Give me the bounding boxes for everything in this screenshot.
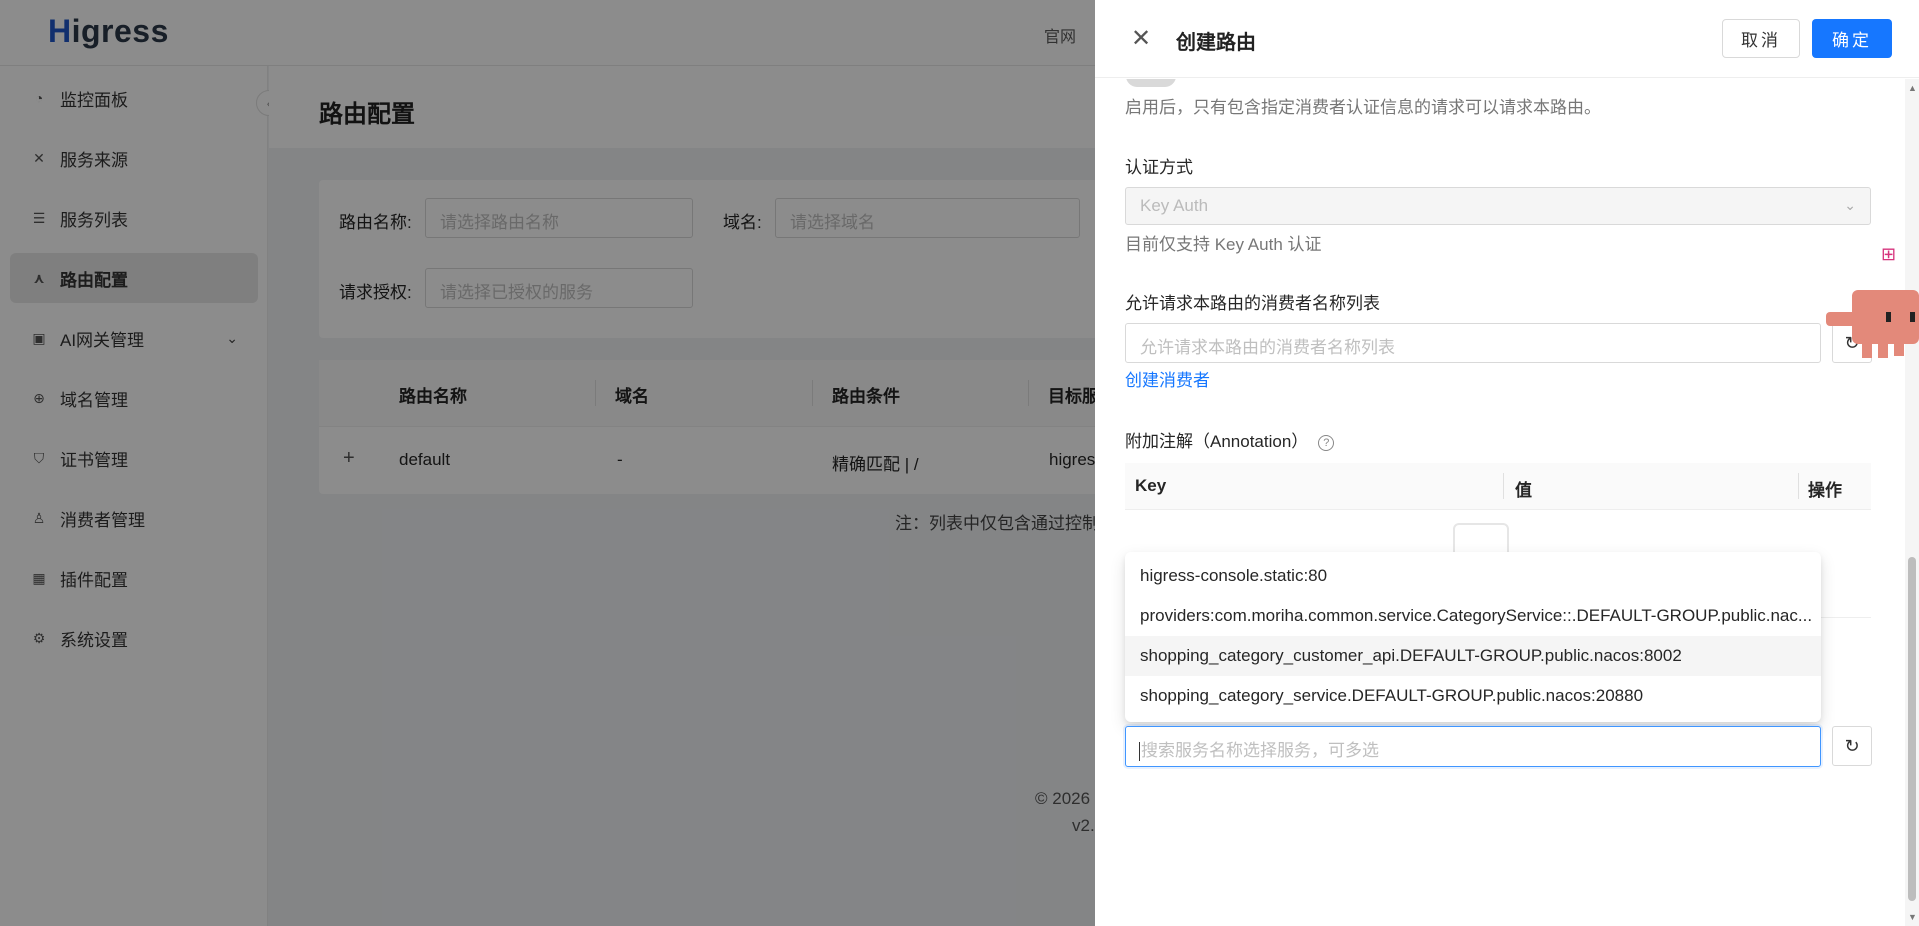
service-dropdown: higress-console.static:80 providers:com.…: [1125, 552, 1821, 722]
annotation-op-header: 操作: [1808, 481, 1842, 500]
scroll-up-arrow-icon[interactable]: ▲: [1908, 83, 1917, 93]
annotation-label: 附加注解（Annotation）?: [1125, 427, 1335, 452]
refresh-services-button[interactable]: ↻: [1832, 726, 1872, 766]
auth-method-select: Key Auth ⌄: [1125, 187, 1871, 225]
column-divider: [1503, 473, 1504, 499]
chevron-down-icon: ⌄: [1844, 197, 1856, 213]
scroll-down-arrow-icon[interactable]: ▼: [1908, 912, 1917, 922]
floating-tool-icon[interactable]: ⊞: [1881, 244, 1903, 266]
service-search-input[interactable]: 搜索服务名称选择服务，可多选: [1125, 726, 1821, 767]
mascot-icon[interactable]: [1826, 282, 1919, 362]
cancel-button[interactable]: 取消: [1722, 19, 1800, 58]
text-caret: [1139, 742, 1140, 762]
service-search-placeholder: 搜索服务名称选择服务，可多选: [1141, 741, 1379, 760]
drawer-title: 创建路由: [1176, 32, 1256, 54]
service-option[interactable]: shopping_category_service.DEFAULT-GROUP.…: [1125, 676, 1821, 716]
create-consumer-link[interactable]: 创建消费者: [1125, 366, 1210, 391]
drawer-mask[interactable]: [0, 0, 1095, 926]
auth-method-hint: 目前仅支持 Key Auth 认证: [1125, 235, 1322, 254]
consumers-label: 允许请求本路由的消费者名称列表: [1125, 294, 1380, 313]
auth-method-value: Key Auth: [1140, 196, 1209, 215]
create-route-drawer: ✕ 创建路由 取消 确定 启用后，只有包含指定消费者认证信息的请求可以请求本路由…: [1095, 0, 1919, 926]
auth-hint: 启用后，只有包含指定消费者认证信息的请求可以请求本路由。: [1125, 98, 1601, 117]
auth-toggle-switch[interactable]: [1126, 79, 1176, 87]
auth-method-label: 认证方式: [1125, 158, 1193, 177]
help-icon[interactable]: ?: [1318, 434, 1335, 451]
drawer-scrollbar[interactable]: ▲ ▼: [1905, 79, 1919, 926]
service-option[interactable]: higress-console.static:80: [1125, 556, 1821, 596]
refresh-icon: ↻: [1844, 735, 1860, 756]
close-icon[interactable]: ✕: [1131, 24, 1151, 53]
annotation-value-header: 值: [1515, 481, 1532, 500]
service-option[interactable]: providers:com.moriha.common.service.Cate…: [1125, 596, 1821, 636]
annotation-key-header: Key: [1135, 476, 1167, 495]
consumers-select[interactable]: 允许请求本路由的消费者名称列表: [1125, 323, 1821, 363]
column-divider: [1798, 473, 1799, 499]
annotation-table-header: Key 值 操作: [1125, 463, 1871, 510]
scrollbar-thumb[interactable]: [1908, 557, 1916, 901]
service-option[interactable]: shopping_category_customer_api.DEFAULT-G…: [1125, 636, 1821, 676]
confirm-button[interactable]: 确定: [1812, 19, 1892, 58]
drawer-body: 启用后，只有包含指定消费者认证信息的请求可以请求本路由。 认证方式 Key Au…: [1095, 79, 1905, 926]
drawer-header: ✕ 创建路由 取消 确定: [1095, 0, 1919, 78]
